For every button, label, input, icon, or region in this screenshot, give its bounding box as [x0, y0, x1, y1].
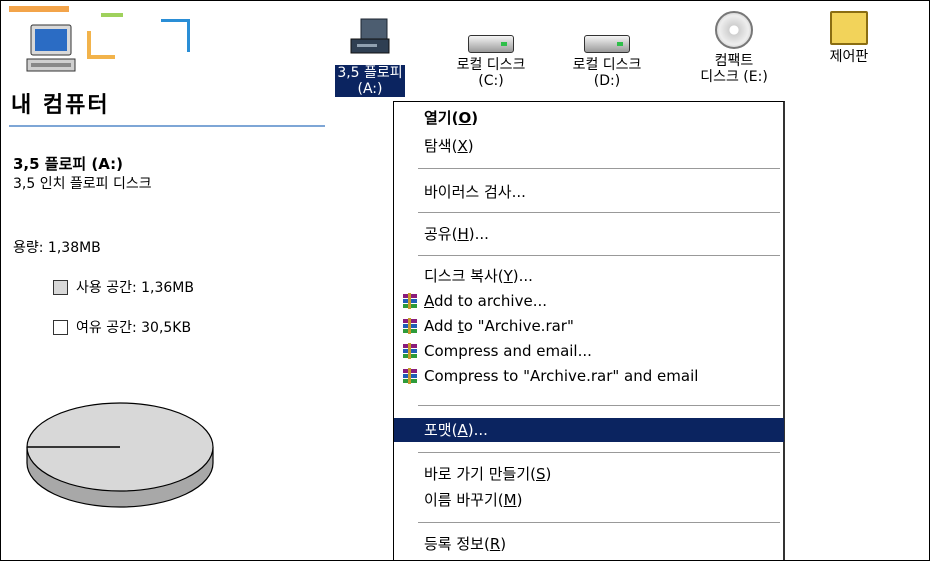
menu-separator: [418, 452, 780, 454]
title-divider: [9, 125, 325, 127]
disk-usage-pie-chart: [26, 402, 214, 508]
menu-item-explore[interactable]: 탐색(X): [394, 134, 784, 158]
local-disk-d[interactable]: 로컬 디스크 (D:): [561, 35, 653, 89]
header-decoration: [161, 19, 190, 52]
menu-item-rename[interactable]: 이름 바꾸기(M): [394, 488, 784, 512]
compact-disc-e[interactable]: 컴팩트 디스크 (E:): [687, 11, 781, 85]
menu-item-format[interactable]: 포맷(A)...: [394, 418, 784, 442]
free-space-text: 여유 공간: 30,5KB: [76, 320, 192, 336]
free-space-swatch: [53, 319, 68, 335]
control-panel-icon: [830, 11, 868, 45]
menu-separator: [418, 405, 780, 407]
menu-separator: [418, 168, 780, 170]
my-computer-icon: [26, 24, 76, 72]
menu-separator: [418, 212, 780, 214]
drive-title: 3,5 플로피 (A:): [13, 155, 124, 173]
context-menu: 열기(O) 탐색(X) 바이러스 검사... 공유(H)... 디스크 복사(Y…: [393, 101, 785, 560]
menu-separator: [418, 255, 780, 257]
header-decoration: [9, 6, 69, 12]
header-decoration: [87, 31, 115, 59]
floppy-drive-a[interactable]: 3,5 플로피 (A:): [323, 17, 417, 97]
winrar-icon: [403, 368, 417, 384]
hard-disk-icon: [468, 35, 514, 53]
used-space-legend: 사용 공간: 1,36MB: [53, 277, 194, 297]
menu-item-share[interactable]: 공유(H)...: [394, 222, 784, 246]
hard-disk-icon: [584, 35, 630, 53]
menu-item-compress-rar-email[interactable]: Compress to "Archive.rar" and email: [394, 364, 784, 388]
capacity-text: 용량: 1,38MB: [13, 240, 101, 256]
used-space-swatch: [53, 279, 68, 295]
my-computer-window: 내 컴퓨터 3,5 플로피 (A:) 3,5 인치 플로피 디스크 용량: 1,…: [0, 0, 930, 561]
floppy-drive-icon: [350, 18, 390, 54]
used-space-text: 사용 공간: 1,36MB: [76, 280, 194, 296]
menu-item-add-to-archive[interactable]: Add to archive...: [394, 289, 784, 313]
control-panel[interactable]: 제어판: [809, 11, 889, 65]
winrar-icon: [403, 293, 417, 309]
free-space-legend: 여유 공간: 30,5KB: [53, 317, 191, 337]
control-panel-label: 제어판: [829, 49, 869, 65]
cd-drive-icon: [715, 11, 753, 49]
menu-item-virus-scan[interactable]: 바이러스 검사...: [394, 180, 784, 204]
menu-item-compress-email[interactable]: Compress and email...: [394, 339, 784, 363]
drive-label: 로컬 디스크 (C:): [456, 57, 526, 89]
page-title: 내 컴퓨터: [11, 93, 110, 118]
drive-label: 컴팩트 디스크 (E:): [700, 53, 768, 85]
winrar-icon: [403, 343, 417, 359]
menu-item-open[interactable]: 열기(O): [394, 106, 784, 130]
drive-label: 로컬 디스크 (D:): [572, 57, 642, 89]
drive-subtitle: 3,5 인치 플로피 디스크: [13, 176, 152, 192]
winrar-icon: [403, 318, 417, 334]
menu-item-create-shortcut[interactable]: 바로 가기 만들기(S): [394, 462, 784, 486]
menu-separator: [418, 522, 780, 524]
menu-item-add-to-rar[interactable]: Add to "Archive.rar": [394, 314, 784, 338]
menu-item-properties[interactable]: 등록 정보(R): [394, 532, 784, 556]
menu-item-copy-disk[interactable]: 디스크 복사(Y)...: [394, 264, 784, 288]
header-decoration: [101, 13, 123, 17]
local-disk-c[interactable]: 로컬 디스크 (C:): [445, 35, 537, 89]
drive-label: 3,5 플로피 (A:): [335, 65, 405, 97]
